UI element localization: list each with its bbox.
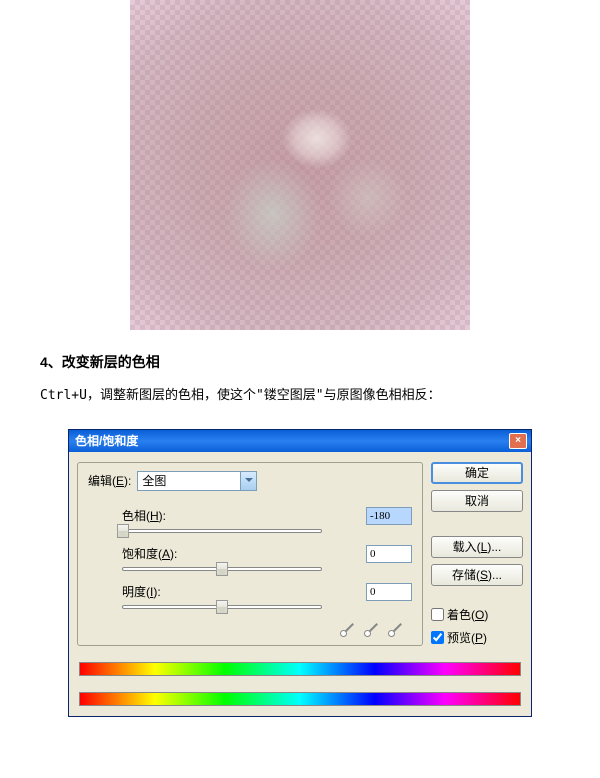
saturation-input[interactable] <box>366 545 412 563</box>
saturation-slider[interactable] <box>122 567 322 571</box>
preview-checkbox[interactable] <box>431 631 444 644</box>
save-button[interactable]: 存储(S)... <box>431 564 523 586</box>
saturation-slider-thumb[interactable] <box>216 562 228 576</box>
colorize-checkbox[interactable] <box>431 608 444 621</box>
hue-gradient-input <box>79 662 521 676</box>
edit-label: 编辑(E): <box>88 472 131 489</box>
cancel-button[interactable]: 取消 <box>431 490 523 512</box>
saturation-label: 饱和度(A): <box>122 545 222 562</box>
lightness-label: 明度(I): <box>122 583 222 600</box>
close-icon[interactable]: × <box>509 433 527 449</box>
dialog-titlebar[interactable]: 色相/饱和度 × <box>69 430 531 452</box>
hue-saturation-dialog: 色相/饱和度 × 编辑(E): 全图 色相(H): <box>68 429 532 717</box>
step-description: Ctrl+U，调整新图层的色相，使这个"镂空图层"与原图像色相相反： <box>40 386 560 407</box>
transparency-preview-image <box>130 0 470 330</box>
dialog-title: 色相/饱和度 <box>75 432 138 449</box>
lightness-slider[interactable] <box>122 605 322 609</box>
edit-dropdown[interactable]: 全图 <box>137 471 257 491</box>
lightness-input[interactable] <box>366 583 412 601</box>
hue-label: 色相(H): <box>122 507 222 524</box>
chevron-down-icon[interactable] <box>240 472 256 490</box>
dialog-button-panel: 确定 取消 载入(L)... 存储(S)... 着色(O) 预览(P) <box>431 462 523 646</box>
hue-slider[interactable] <box>122 529 322 533</box>
ok-button[interactable]: 确定 <box>431 462 523 484</box>
eyedropper-icon[interactable] <box>342 621 356 635</box>
dialog-main-panel: 编辑(E): 全图 色相(H): 饱和度(A): <box>77 462 423 646</box>
hue-gradient-output <box>79 692 521 706</box>
lightness-slider-thumb[interactable] <box>216 600 228 614</box>
edit-dropdown-value: 全图 <box>138 472 240 489</box>
colorize-checkbox-row[interactable]: 着色(O) <box>431 606 523 623</box>
eyedropper-group <box>88 621 412 635</box>
preview-label: 预览(P) <box>447 629 487 646</box>
eyedropper-subtract-icon[interactable] <box>390 621 404 635</box>
hue-input[interactable] <box>366 507 412 525</box>
eyedropper-add-icon[interactable] <box>366 621 380 635</box>
step-title: 4、改变新层的色相 <box>40 352 560 372</box>
hue-slider-thumb[interactable] <box>117 524 129 538</box>
load-button[interactable]: 载入(L)... <box>431 536 523 558</box>
preview-checkbox-row[interactable]: 预览(P) <box>431 629 523 646</box>
colorize-label: 着色(O) <box>447 606 488 623</box>
